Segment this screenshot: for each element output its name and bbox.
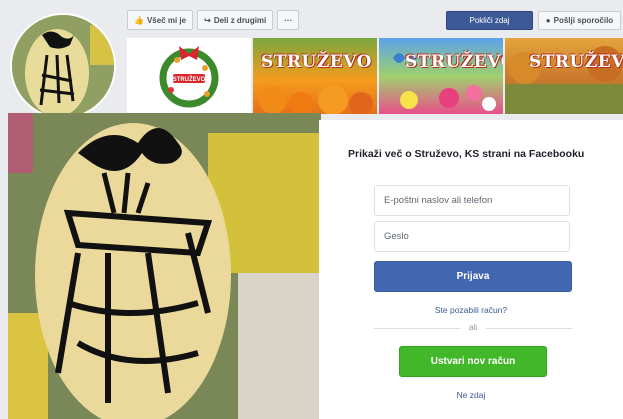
thumbnail-pumpkins[interactable]: STRUŽEVO [253, 38, 377, 114]
more-label: ··· [284, 15, 293, 25]
facebook-page-screenshot: 👍 Všeč mi je ↪ Deli z drugimi ··· Poklič… [0, 0, 623, 419]
like-button[interactable]: 👍 Všeč mi je [127, 10, 194, 30]
thumbnail-title: STRUŽEVO [529, 52, 623, 72]
password-field[interactable] [374, 221, 570, 252]
thumbnail-flowers[interactable]: STRUŽEVO [379, 38, 503, 114]
wreath-image: STRUŽEVO [159, 46, 219, 108]
thumbnail-title: STRUŽEVO [405, 52, 503, 72]
send-message-button[interactable]: ● Pošlji sporočilo [538, 11, 621, 30]
autumn-image [505, 46, 623, 114]
thumbnail-wreath[interactable]: STRUŽEVO [127, 38, 251, 114]
easter-egg-photo [8, 113, 321, 419]
easter-egg-image [12, 15, 114, 117]
thumbs-up-icon: 👍 [134, 15, 144, 25]
create-account-label: Ustvari nov račun [430, 356, 516, 367]
flowers-image [393, 53, 496, 111]
badge-text: STRUŽEVO [173, 75, 206, 83]
share-label: Deli z drugimi [213, 15, 267, 25]
divider-line [486, 328, 572, 329]
call-now-button[interactable]: Pokliči zdaj [446, 11, 533, 30]
forgot-account-link[interactable]: Ste pozabili račun? [319, 305, 623, 315]
cover-photo[interactable] [8, 113, 321, 419]
call-label: Pokliči zdaj [469, 16, 510, 25]
thumbnail-autumn[interactable]: STRUŽEVO [505, 38, 623, 114]
login-modal: Prikaži več o Struževo, KS strani na Fac… [319, 120, 623, 419]
pumpkins-image [259, 85, 373, 114]
modal-title: Prikaži več o Struževo, KS strani na Fac… [348, 148, 585, 160]
profile-picture[interactable] [10, 13, 116, 119]
login-label: Prijava [456, 271, 490, 282]
like-label: Všeč mi je [146, 15, 187, 25]
message-label: Pošlji sporočilo [553, 16, 614, 25]
share-arrow-icon: ↪ [204, 15, 211, 25]
or-divider: ali [374, 323, 572, 333]
thumbnail-title: STRUŽEVO [261, 52, 372, 72]
page-action-toolbar: 👍 Všeč mi je ↪ Deli z drugimi ··· [127, 10, 300, 32]
messenger-icon: ● [545, 16, 551, 25]
more-button[interactable]: ··· [277, 10, 300, 30]
login-button[interactable]: Prijava [374, 261, 572, 292]
create-account-button[interactable]: Ustvari nov račun [399, 346, 547, 377]
email-field[interactable] [374, 185, 570, 216]
photo-thumbnails: STRUŽEVO STRUŽEVO STRUŽEVO STRUŽEVO [127, 38, 623, 114]
share-button[interactable]: ↪ Deli z drugimi [197, 10, 274, 30]
not-now-link[interactable]: Ne zdaj [319, 390, 623, 400]
